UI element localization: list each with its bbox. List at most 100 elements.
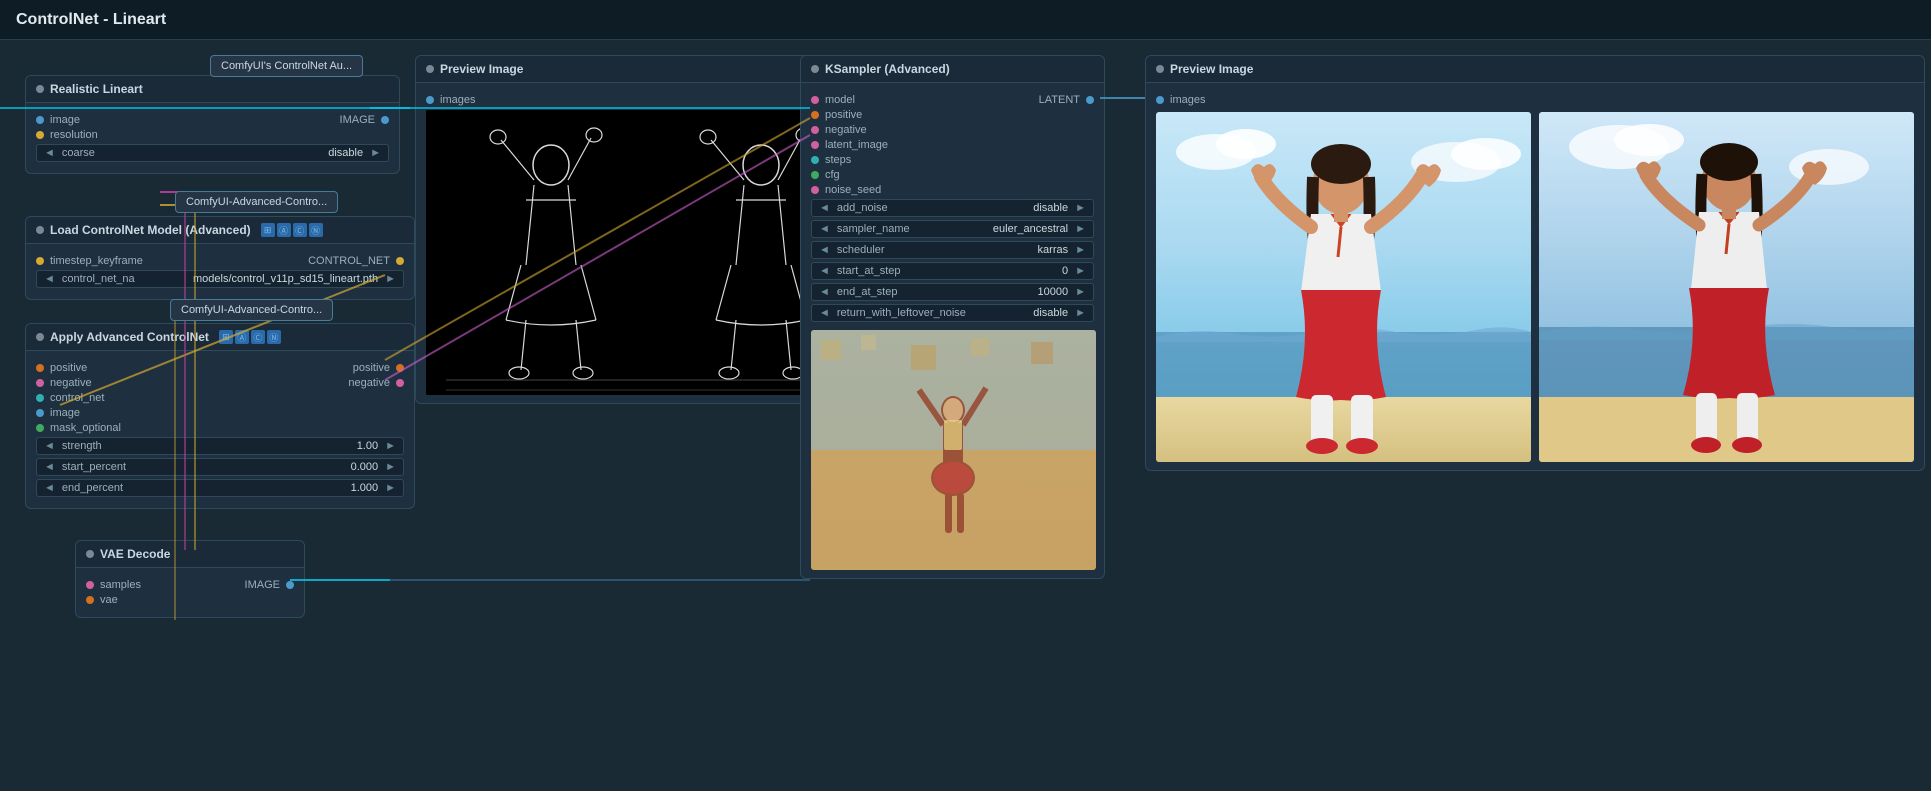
photo1-svg [1156, 112, 1531, 462]
node-header-load-controlnet: Load ControlNet Model (Advanced) ⊞ Ⓐ Ⓒ Ⓝ [26, 217, 414, 244]
port-dot-latent-out [1086, 96, 1094, 104]
arrow-right-model[interactable]: ► [382, 273, 399, 285]
arrow-right-strength[interactable]: ► [382, 440, 399, 452]
node-realistic-lineart: Realistic Lineart image IMAGE resolution… [25, 75, 400, 174]
badge-icon-a4: Ⓝ [267, 330, 281, 344]
badge-icon-2: Ⓐ [277, 223, 291, 237]
port-dot-model [811, 96, 819, 104]
dropdown-add-noise[interactable]: ◄ add_noise disable ► [811, 199, 1094, 217]
node-status-dot-preview2 [1156, 65, 1164, 73]
node-title-ksampler: KSampler (Advanced) [825, 62, 950, 76]
arrow-right-end-step[interactable]: ► [1072, 286, 1089, 298]
arrow-right-start[interactable]: ► [382, 461, 399, 473]
badge-group-load: ⊞ Ⓐ Ⓒ Ⓝ [261, 223, 323, 237]
node-apply-controlnet: Apply Advanced ControlNet ⊞ Ⓐ Ⓒ Ⓝ positi… [25, 323, 415, 509]
node-vae-decode: VAE Decode samples IMAGE vae [75, 540, 305, 618]
dropdown-end-at-step[interactable]: ◄ end_at_step 10000 ► [811, 283, 1094, 301]
arrow-right-coarse[interactable]: ► [367, 147, 384, 159]
port-dot-positive-ksampler [811, 111, 819, 119]
badge-icon-a1: ⊞ [219, 330, 233, 344]
title-bar: ControlNet - Lineart [0, 0, 1931, 40]
node-header-realistic-lineart: Realistic Lineart [26, 76, 399, 103]
port-resolution: resolution [36, 129, 389, 141]
node-header-vae-decode: VAE Decode [76, 541, 304, 568]
port-positive: positive positive [36, 362, 404, 374]
port-dot-image-out [381, 116, 389, 124]
node-ksampler: KSampler (Advanced) model LATENT positiv… [800, 55, 1105, 579]
node-body-apply-controlnet: positive positive negative negative [26, 351, 414, 508]
node-header-ksampler: KSampler (Advanced) [801, 56, 1104, 83]
node-body-ksampler: model LATENT positive negative latent_im… [801, 83, 1104, 578]
dropdown-return-noise[interactable]: ◄ return_with_leftover_noise disable ► [811, 304, 1094, 322]
port-dot-samples [86, 581, 94, 589]
dropdown-sampler-name[interactable]: ◄ sampler_name euler_ancestral ► [811, 220, 1094, 238]
port-dot-controlnet-out [396, 257, 404, 265]
arrow-left-add-noise[interactable]: ◄ [816, 202, 833, 214]
port-dot-steps [811, 156, 819, 164]
model-path-row[interactable]: ◄ control_net_na models/control_v11p_sd1… [36, 270, 404, 288]
badge-icon-1: ⊞ [261, 223, 275, 237]
badge-icon-a2: Ⓐ [235, 330, 249, 344]
node-header-apply-controlnet: Apply Advanced ControlNet ⊞ Ⓐ Ⓒ Ⓝ [26, 324, 414, 351]
badge-group-apply: ⊞ Ⓐ Ⓒ Ⓝ [219, 330, 281, 344]
arrow-left-strength[interactable]: ◄ [41, 440, 58, 452]
node-status-dot-apply [36, 333, 44, 341]
arrow-left-start-step[interactable]: ◄ [816, 265, 833, 277]
arrow-right-end[interactable]: ► [382, 482, 399, 494]
port-dot-images-preview2 [1156, 96, 1164, 104]
model-path-label: control_net_na [58, 273, 189, 285]
slider-start-percent[interactable]: ◄ start_percent 0.000 ► [36, 458, 404, 476]
node-status-dot [36, 85, 44, 93]
port-dot-timestep [36, 257, 44, 265]
port-dot-image-apply [36, 409, 44, 417]
badge-icon-4: Ⓝ [309, 223, 323, 237]
arrow-left-coarse[interactable]: ◄ [41, 147, 58, 159]
node-title-load-controlnet: Load ControlNet Model (Advanced) [50, 223, 251, 237]
port-mask-optional: mask_optional [36, 422, 404, 434]
arrow-left-end[interactable]: ◄ [41, 482, 58, 494]
port-model: model LATENT [811, 94, 1094, 106]
dropdown-scheduler[interactable]: ◄ scheduler karras ► [811, 241, 1094, 259]
node-body-load-controlnet: timestep_keyframe CONTROL_NET ◄ control_… [26, 244, 414, 299]
port-dot-negative-ksampler [811, 126, 819, 134]
dropdown-start-at-step[interactable]: ◄ start_at_step 0 ► [811, 262, 1094, 280]
port-dot-resolution [36, 131, 44, 139]
arrow-right-add-noise[interactable]: ► [1072, 202, 1089, 214]
arrow-right-sampler[interactable]: ► [1072, 223, 1089, 235]
slider-end-percent[interactable]: ◄ end_percent 1.000 ► [36, 479, 404, 497]
arrow-left-sampler[interactable]: ◄ [816, 223, 833, 235]
node-body-vae-decode: samples IMAGE vae [76, 568, 304, 617]
badge-icon-a3: Ⓒ [251, 330, 265, 344]
port-latent-image: latent_image [811, 139, 1094, 151]
port-noise-seed: noise_seed [811, 184, 1094, 196]
port-cfg: cfg [811, 169, 1094, 181]
node-title-preview-1: Preview Image [440, 62, 523, 76]
port-steps: steps [811, 154, 1094, 166]
arrow-right-return-noise[interactable]: ► [1072, 307, 1089, 319]
arrow-left-start[interactable]: ◄ [41, 461, 58, 473]
node-status-dot-preview1 [426, 65, 434, 73]
port-dot-cfg [811, 171, 819, 179]
coarse-dropdown[interactable]: ◄ coarse disable ► [36, 144, 389, 162]
node-title-apply-controlnet: Apply Advanced ControlNet [50, 330, 209, 344]
arrow-left-model[interactable]: ◄ [41, 273, 58, 285]
port-dot-mask [36, 424, 44, 432]
arrow-left-scheduler[interactable]: ◄ [816, 244, 833, 256]
node-title-realistic-lineart: Realistic Lineart [50, 82, 143, 96]
port-dot-images-preview1 [426, 96, 434, 104]
slider-strength[interactable]: ◄ strength 1.00 ► [36, 437, 404, 455]
port-negative-ksampler: negative [811, 124, 1094, 136]
port-dot-positive-in [36, 364, 44, 372]
arrow-left-end-step[interactable]: ◄ [816, 286, 833, 298]
port-negative: negative negative [36, 377, 404, 389]
node-title-preview-2: Preview Image [1170, 62, 1253, 76]
generated-svg [811, 330, 1096, 570]
arrow-left-return-noise[interactable]: ◄ [816, 307, 833, 319]
node-body-realistic-lineart: image IMAGE resolution ◄ coarse disable … [26, 103, 399, 173]
arrow-right-scheduler[interactable]: ► [1072, 244, 1089, 256]
port-dot-controlnet-in [36, 394, 44, 402]
tooltip-2: ComfyUI-Advanced-Contro... [175, 191, 338, 213]
node-title-vae-decode: VAE Decode [100, 547, 170, 561]
arrow-right-start-step[interactable]: ► [1072, 265, 1089, 277]
port-dot-image-vae-out [286, 581, 294, 589]
